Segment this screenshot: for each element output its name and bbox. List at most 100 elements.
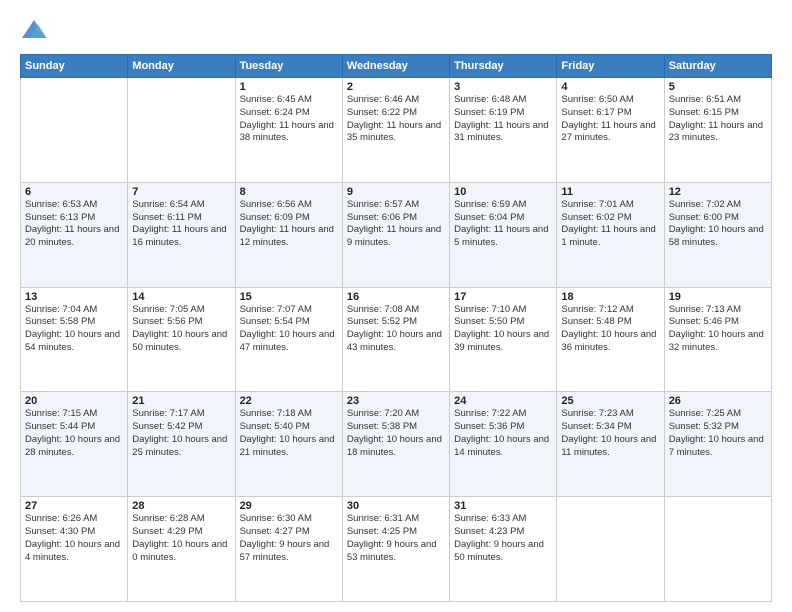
day-number: 16: [347, 291, 445, 303]
day-number: 23: [347, 395, 445, 407]
calendar-cell: 6Sunrise: 6:53 AMSunset: 6:13 PMDaylight…: [21, 182, 128, 287]
day-number: 12: [669, 186, 767, 198]
calendar-cell: 22Sunrise: 7:18 AMSunset: 5:40 PMDayligh…: [235, 392, 342, 497]
day-info: Sunrise: 7:15 AMSunset: 5:44 PMDaylight:…: [25, 408, 123, 459]
day-number: 5: [669, 81, 767, 93]
calendar-cell: 2Sunrise: 6:46 AMSunset: 6:22 PMDaylight…: [342, 78, 449, 183]
day-info: Sunrise: 7:20 AMSunset: 5:38 PMDaylight:…: [347, 408, 445, 459]
calendar-cell: 14Sunrise: 7:05 AMSunset: 5:56 PMDayligh…: [128, 287, 235, 392]
calendar-cell: 10Sunrise: 6:59 AMSunset: 6:04 PMDayligh…: [450, 182, 557, 287]
calendar-week-row: 6Sunrise: 6:53 AMSunset: 6:13 PMDaylight…: [21, 182, 772, 287]
calendar-cell: 11Sunrise: 7:01 AMSunset: 6:02 PMDayligh…: [557, 182, 664, 287]
day-number: 27: [25, 500, 123, 512]
day-info: Sunrise: 6:53 AMSunset: 6:13 PMDaylight:…: [25, 199, 123, 250]
calendar-cell: 25Sunrise: 7:23 AMSunset: 5:34 PMDayligh…: [557, 392, 664, 497]
day-number: 11: [561, 186, 659, 198]
day-number: 2: [347, 81, 445, 93]
day-number: 26: [669, 395, 767, 407]
calendar-cell: 13Sunrise: 7:04 AMSunset: 5:58 PMDayligh…: [21, 287, 128, 392]
day-number: 17: [454, 291, 552, 303]
calendar-cell: [128, 78, 235, 183]
calendar-cell: 16Sunrise: 7:08 AMSunset: 5:52 PMDayligh…: [342, 287, 449, 392]
day-info: Sunrise: 6:26 AMSunset: 4:30 PMDaylight:…: [25, 513, 123, 564]
calendar-cell: 5Sunrise: 6:51 AMSunset: 6:15 PMDaylight…: [664, 78, 771, 183]
weekday-header-monday: Monday: [128, 55, 235, 78]
day-number: 7: [132, 186, 230, 198]
calendar-cell: 9Sunrise: 6:57 AMSunset: 6:06 PMDaylight…: [342, 182, 449, 287]
day-info: Sunrise: 7:01 AMSunset: 6:02 PMDaylight:…: [561, 199, 659, 250]
day-info: Sunrise: 6:57 AMSunset: 6:06 PMDaylight:…: [347, 199, 445, 250]
calendar-cell: [21, 78, 128, 183]
calendar-cell: 29Sunrise: 6:30 AMSunset: 4:27 PMDayligh…: [235, 497, 342, 602]
calendar-cell: 19Sunrise: 7:13 AMSunset: 5:46 PMDayligh…: [664, 287, 771, 392]
calendar-cell: 12Sunrise: 7:02 AMSunset: 6:00 PMDayligh…: [664, 182, 771, 287]
day-number: 28: [132, 500, 230, 512]
calendar-cell: 1Sunrise: 6:45 AMSunset: 6:24 PMDaylight…: [235, 78, 342, 183]
day-number: 30: [347, 500, 445, 512]
day-info: Sunrise: 7:12 AMSunset: 5:48 PMDaylight:…: [561, 304, 659, 355]
day-number: 6: [25, 186, 123, 198]
day-info: Sunrise: 6:51 AMSunset: 6:15 PMDaylight:…: [669, 94, 767, 145]
day-info: Sunrise: 7:17 AMSunset: 5:42 PMDaylight:…: [132, 408, 230, 459]
day-number: 8: [240, 186, 338, 198]
day-number: 21: [132, 395, 230, 407]
day-info: Sunrise: 7:10 AMSunset: 5:50 PMDaylight:…: [454, 304, 552, 355]
day-info: Sunrise: 7:05 AMSunset: 5:56 PMDaylight:…: [132, 304, 230, 355]
day-number: 31: [454, 500, 552, 512]
day-number: 24: [454, 395, 552, 407]
weekday-header-tuesday: Tuesday: [235, 55, 342, 78]
day-number: 18: [561, 291, 659, 303]
day-number: 1: [240, 81, 338, 93]
day-info: Sunrise: 6:30 AMSunset: 4:27 PMDaylight:…: [240, 513, 338, 564]
calendar-cell: 15Sunrise: 7:07 AMSunset: 5:54 PMDayligh…: [235, 287, 342, 392]
calendar-cell: 30Sunrise: 6:31 AMSunset: 4:25 PMDayligh…: [342, 497, 449, 602]
day-number: 13: [25, 291, 123, 303]
calendar-week-row: 1Sunrise: 6:45 AMSunset: 6:24 PMDaylight…: [21, 78, 772, 183]
day-info: Sunrise: 7:07 AMSunset: 5:54 PMDaylight:…: [240, 304, 338, 355]
calendar-cell: 31Sunrise: 6:33 AMSunset: 4:23 PMDayligh…: [450, 497, 557, 602]
calendar-cell: 27Sunrise: 6:26 AMSunset: 4:30 PMDayligh…: [21, 497, 128, 602]
day-info: Sunrise: 6:45 AMSunset: 6:24 PMDaylight:…: [240, 94, 338, 145]
day-info: Sunrise: 6:56 AMSunset: 6:09 PMDaylight:…: [240, 199, 338, 250]
day-info: Sunrise: 6:28 AMSunset: 4:29 PMDaylight:…: [132, 513, 230, 564]
calendar-cell: [557, 497, 664, 602]
day-info: Sunrise: 6:48 AMSunset: 6:19 PMDaylight:…: [454, 94, 552, 145]
calendar-week-row: 13Sunrise: 7:04 AMSunset: 5:58 PMDayligh…: [21, 287, 772, 392]
day-number: 22: [240, 395, 338, 407]
day-info: Sunrise: 7:22 AMSunset: 5:36 PMDaylight:…: [454, 408, 552, 459]
day-number: 19: [669, 291, 767, 303]
day-info: Sunrise: 6:54 AMSunset: 6:11 PMDaylight:…: [132, 199, 230, 250]
header: [20, 16, 772, 44]
weekday-header-friday: Friday: [557, 55, 664, 78]
day-number: 4: [561, 81, 659, 93]
day-number: 9: [347, 186, 445, 198]
calendar-cell: 26Sunrise: 7:25 AMSunset: 5:32 PMDayligh…: [664, 392, 771, 497]
day-number: 29: [240, 500, 338, 512]
calendar-cell: 24Sunrise: 7:22 AMSunset: 5:36 PMDayligh…: [450, 392, 557, 497]
day-info: Sunrise: 7:04 AMSunset: 5:58 PMDaylight:…: [25, 304, 123, 355]
calendar-cell: [664, 497, 771, 602]
weekday-header-row: SundayMondayTuesdayWednesdayThursdayFrid…: [21, 55, 772, 78]
day-info: Sunrise: 6:46 AMSunset: 6:22 PMDaylight:…: [347, 94, 445, 145]
day-info: Sunrise: 6:31 AMSunset: 4:25 PMDaylight:…: [347, 513, 445, 564]
day-number: 15: [240, 291, 338, 303]
weekday-header-thursday: Thursday: [450, 55, 557, 78]
weekday-header-saturday: Saturday: [664, 55, 771, 78]
day-number: 14: [132, 291, 230, 303]
logo-icon: [20, 16, 48, 44]
logo: [20, 16, 52, 44]
weekday-header-sunday: Sunday: [21, 55, 128, 78]
calendar-cell: 21Sunrise: 7:17 AMSunset: 5:42 PMDayligh…: [128, 392, 235, 497]
calendar-week-row: 27Sunrise: 6:26 AMSunset: 4:30 PMDayligh…: [21, 497, 772, 602]
day-number: 3: [454, 81, 552, 93]
day-number: 20: [25, 395, 123, 407]
calendar-cell: 3Sunrise: 6:48 AMSunset: 6:19 PMDaylight…: [450, 78, 557, 183]
calendar-week-row: 20Sunrise: 7:15 AMSunset: 5:44 PMDayligh…: [21, 392, 772, 497]
day-info: Sunrise: 7:18 AMSunset: 5:40 PMDaylight:…: [240, 408, 338, 459]
weekday-header-wednesday: Wednesday: [342, 55, 449, 78]
calendar-table: SundayMondayTuesdayWednesdayThursdayFrid…: [20, 54, 772, 602]
calendar-cell: 20Sunrise: 7:15 AMSunset: 5:44 PMDayligh…: [21, 392, 128, 497]
day-info: Sunrise: 6:50 AMSunset: 6:17 PMDaylight:…: [561, 94, 659, 145]
calendar-cell: 17Sunrise: 7:10 AMSunset: 5:50 PMDayligh…: [450, 287, 557, 392]
calendar-cell: 28Sunrise: 6:28 AMSunset: 4:29 PMDayligh…: [128, 497, 235, 602]
